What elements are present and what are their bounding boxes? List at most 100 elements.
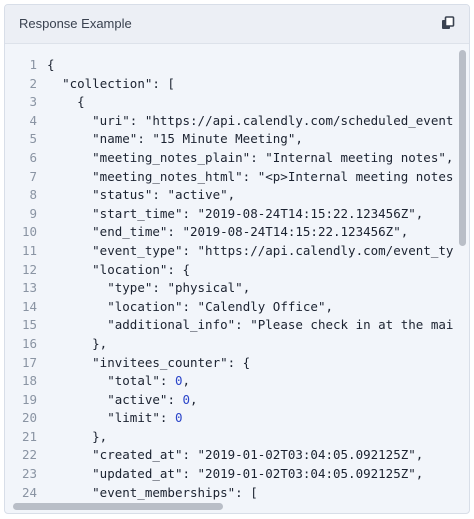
line-number: 15 [21, 317, 37, 333]
line-number: 21 [21, 428, 37, 444]
vertical-scroll-thumb[interactable] [459, 50, 466, 246]
json-string-value: "Calendly Office" [197, 298, 326, 314]
json-punctuation [47, 299, 107, 314]
json-number-value: 0 [174, 373, 183, 389]
code-line: "updated_at": "2019-01-02T03:04:05.09212… [47, 465, 453, 484]
line-number: 9 [29, 205, 37, 221]
json-punctuation [47, 410, 107, 425]
json-string-value: "15 Minute Meeting" [152, 131, 296, 147]
code-line: "location": { [47, 261, 453, 280]
json-punctuation: { [47, 57, 55, 72]
code-line: "additional_info": "Please check in at t… [47, 316, 453, 335]
json-punctuation: }, [47, 428, 108, 444]
json-punctuation [47, 466, 92, 481]
line-number: 12 [21, 261, 37, 277]
json-number-value: 0 [182, 391, 191, 407]
code-line: "event_type": "https://api.calendly.com/… [47, 242, 453, 261]
json-punctuation [47, 392, 107, 407]
line-number: 2 [29, 75, 37, 91]
json-key: "event_type" [92, 242, 183, 258]
json-punctuation: : [250, 149, 266, 165]
json-punctuation [47, 355, 92, 370]
json-punctuation [47, 262, 92, 277]
panel-header: Response Example [5, 5, 469, 44]
json-punctuation [47, 224, 92, 239]
json-punctuation [47, 131, 92, 146]
code-line: "created_at": "2019-01-02T03:04:05.09212… [47, 446, 453, 465]
json-punctuation [47, 243, 92, 258]
json-punctuation: : [182, 466, 198, 482]
json-key: "type" [107, 280, 153, 296]
json-punctuation: : [167, 391, 183, 407]
json-punctuation: : [182, 205, 198, 221]
json-punctuation: , [182, 373, 191, 389]
json-key: "uri" [92, 112, 130, 128]
json-key: "collection" [62, 75, 153, 91]
json-number-value: 0 [174, 410, 183, 426]
code-line: "type": "physical", [47, 279, 453, 298]
json-key: "end_time" [92, 224, 168, 240]
horizontal-scroll-thumb[interactable] [13, 503, 223, 510]
line-number: 22 [21, 447, 37, 463]
json-key: "limit" [107, 410, 160, 426]
code-line: "total": 0, [47, 372, 453, 391]
line-number: 7 [29, 168, 37, 184]
line-number: 24 [21, 484, 37, 500]
json-punctuation [47, 317, 107, 332]
code-line: { [47, 93, 453, 112]
json-key: "meeting_notes_plain" [92, 149, 251, 165]
code-line: "limit": 0 [47, 409, 453, 428]
code-line: "end_time": "2019-08-24T14:15:22.123456Z… [47, 223, 453, 242]
json-punctuation [47, 373, 107, 388]
json-string-value: "active" [167, 187, 228, 203]
json-key: "created_at" [92, 447, 183, 463]
json-string-value: "2019-01-02T03:04:05.092125Z" [197, 447, 416, 463]
horizontal-scrollbar[interactable] [7, 501, 455, 511]
line-number: 16 [21, 335, 37, 351]
code-line: "uri": "https://api.calendly.com/schedul… [47, 112, 453, 131]
code-line: "collection": [ [47, 75, 453, 94]
json-punctuation [47, 187, 92, 202]
line-number: 23 [21, 466, 37, 482]
code-block[interactable]: 1 2 3 4 5 6 7 8 9 10 11 12 13 14 15 16 17 18 19 20 21 22 23 24 … [5, 44, 469, 513]
code-line: "invitees_counter": { [47, 354, 453, 373]
json-punctuation: : [167, 224, 183, 240]
json-punctuation: , [190, 391, 198, 407]
code-line: { [47, 56, 453, 75]
copy-icon[interactable] [441, 16, 455, 30]
json-key: "meeting_notes_html" [92, 168, 243, 184]
json-punctuation [47, 447, 92, 462]
code-line: "status": "active", [47, 186, 453, 205]
line-number: 8 [29, 187, 37, 203]
code-line: "name": "15 Minute Meeting", [47, 130, 453, 149]
line-number: 13 [21, 280, 37, 296]
code-line: "meeting_notes_html": "<p>Internal meeti… [47, 168, 453, 187]
json-string-value: "physical" [167, 280, 243, 296]
json-punctuation: : [159, 410, 175, 426]
line-number: 18 [21, 373, 37, 389]
json-punctuation: : [182, 447, 198, 463]
json-key: "updated_at" [92, 466, 183, 482]
json-key: "location" [92, 261, 168, 277]
code-line: "active": 0, [47, 391, 453, 410]
line-number: 6 [29, 149, 37, 165]
json-string-value: "2019-08-24T14:15:22.123456Z" [197, 205, 416, 221]
vertical-scrollbar[interactable] [457, 48, 467, 498]
code-line: }, [47, 335, 453, 354]
json-punctuation: , [295, 131, 303, 147]
line-number-gutter: 1 2 3 4 5 6 7 8 9 10 11 12 13 14 15 16 17 18 19 20 21 22 23 24 [5, 56, 37, 502]
line-number: 20 [21, 410, 37, 426]
line-number: 1 [29, 57, 37, 72]
line-number: 3 [29, 94, 37, 110]
line-number: 10 [21, 224, 37, 240]
json-key: "status" [92, 187, 153, 203]
json-string-value: "2019-01-02T03:04:05.092125Z" [197, 466, 416, 482]
code-line: "event_memberships": [ [47, 484, 453, 503]
json-punctuation: : [182, 242, 198, 258]
json-punctuation: }, [47, 335, 108, 351]
json-string-value: "https://api.calendly.com/scheduled_even… [144, 112, 453, 128]
json-string-value: "Please check in at the main [250, 317, 453, 333]
json-punctuation: : [ [152, 75, 175, 91]
json-punctuation: , [415, 466, 424, 482]
json-punctuation [47, 113, 92, 128]
